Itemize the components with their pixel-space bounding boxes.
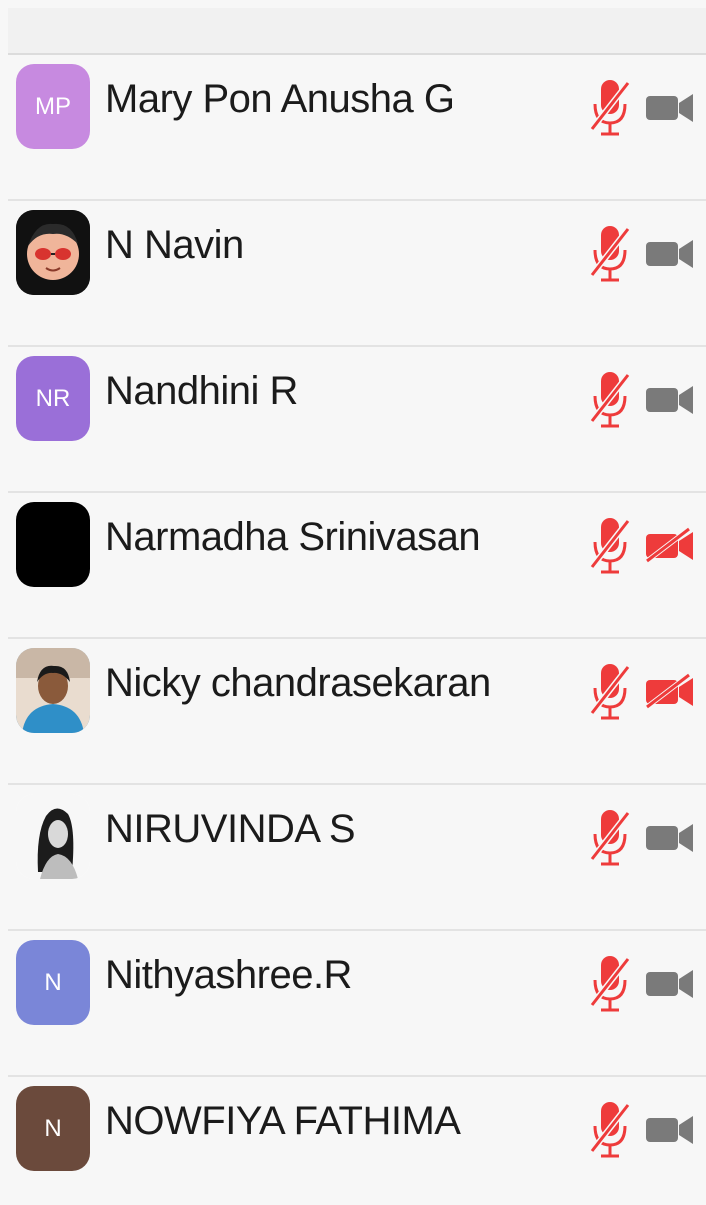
participant-row[interactable]: N Nithyashree.R	[8, 931, 706, 1077]
video-camera-icon[interactable]	[645, 819, 695, 855]
participant-list: MP Mary Pon Anusha G N Navin NR Nandhini R Na…	[8, 55, 706, 1205]
avatar-initials: N	[44, 968, 62, 996]
mic-muted-icon[interactable]	[588, 1099, 632, 1161]
avatar: N	[16, 1086, 90, 1171]
top-bar	[8, 8, 706, 55]
avatar: N	[16, 940, 90, 1025]
participant-row[interactable]: Narmadha Srinivasan	[8, 493, 706, 639]
video-off-icon[interactable]	[645, 673, 695, 709]
participants-screen: MP Mary Pon Anusha G N Navin NR Nandhini R Na…	[0, 0, 706, 1205]
participant-name: Nandhini R	[105, 369, 298, 413]
participant-name: NIRUVINDA S	[105, 807, 356, 851]
mic-muted-icon[interactable]	[588, 77, 632, 139]
mic-muted-icon[interactable]	[588, 223, 632, 285]
participant-name: Narmadha Srinivasan	[105, 515, 481, 559]
avatar-initials: MP	[35, 92, 71, 120]
participant-name: NOWFIYA FATHIMA	[105, 1099, 461, 1143]
participant-row[interactable]: N NOWFIYA FATHIMA	[8, 1077, 706, 1205]
avatar: NR	[16, 356, 90, 441]
mic-muted-icon[interactable]	[588, 953, 632, 1015]
participant-row[interactable]: MP Mary Pon Anusha G	[8, 55, 706, 201]
avatar: MP	[16, 64, 90, 149]
video-camera-icon[interactable]	[645, 965, 695, 1001]
video-camera-icon[interactable]	[645, 235, 695, 271]
participant-row[interactable]: Nicky chandrasekaran	[8, 639, 706, 785]
mic-muted-icon[interactable]	[588, 807, 632, 869]
avatar-photo	[16, 210, 90, 295]
avatar-photo	[16, 794, 90, 879]
cut-off-header-text	[8, 8, 706, 10]
avatar-initials: NR	[35, 384, 71, 412]
mic-muted-icon[interactable]	[588, 661, 632, 723]
participant-name: N Navin	[105, 223, 244, 267]
avatar-blank	[16, 502, 90, 587]
video-camera-icon[interactable]	[645, 89, 695, 125]
video-camera-icon[interactable]	[645, 1111, 695, 1147]
participant-row[interactable]: NR Nandhini R	[8, 347, 706, 493]
video-off-icon[interactable]	[645, 527, 695, 563]
avatar-initials: N	[44, 1114, 62, 1142]
participant-name: Nicky chandrasekaran	[105, 661, 491, 705]
participant-name: Mary Pon Anusha G	[105, 77, 455, 121]
participant-row[interactable]: N Navin	[8, 201, 706, 347]
video-camera-icon[interactable]	[645, 381, 695, 417]
avatar-photo	[16, 648, 90, 733]
mic-muted-icon[interactable]	[588, 515, 632, 577]
participant-row[interactable]: NIRUVINDA S	[8, 785, 706, 931]
mic-muted-icon[interactable]	[588, 369, 632, 431]
participant-name: Nithyashree.R	[105, 953, 352, 997]
